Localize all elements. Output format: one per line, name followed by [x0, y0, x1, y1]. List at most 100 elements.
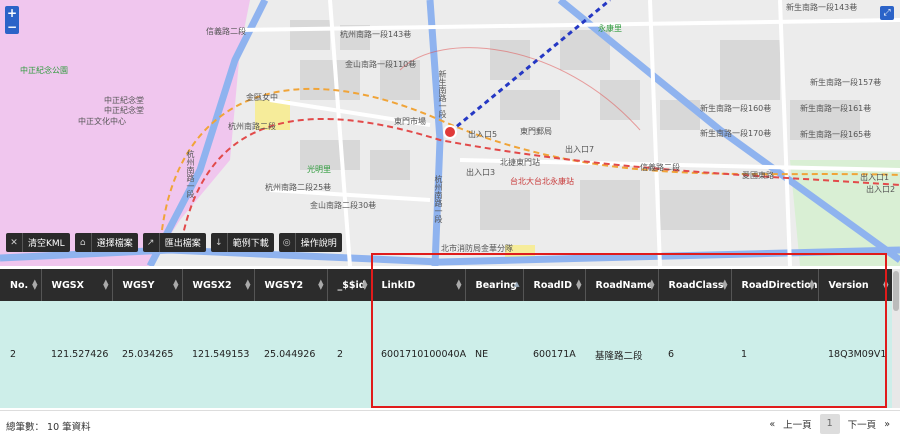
data-grid: No. ▲ ▼ WGSX ▲ ▼ WGSY ▲ ▼ WGSX2 ▲ ▼ WGSY2 ▲ ▼ _$$i…	[0, 269, 900, 408]
table-header-row: No. ▲ ▼ WGSX ▲ ▼ WGSY ▲ ▼ WGSX2 ▲ ▼ WGSY2 ▲ ▼ _$$i…	[0, 269, 893, 301]
zoom-control: + −	[5, 6, 19, 34]
column-header-no[interactable]: No. ▲ ▼	[0, 269, 42, 301]
cell-bearing: NE	[465, 301, 523, 408]
map-label: 杭州南路一段	[434, 175, 443, 223]
cell-wgsx: 121.527426	[41, 301, 112, 408]
map-label: 中正紀念公園	[20, 66, 68, 75]
column-header-id[interactable]: _$$id ▲ ▼	[327, 269, 372, 301]
column-header-wgsy2[interactable]: WGSY2 ▲ ▼	[254, 269, 328, 301]
sort-icon: ▲ ▼	[809, 278, 815, 291]
map-label: 新生南路一段160巷	[700, 104, 772, 113]
pagination: « 上一頁 1 下一頁 »	[769, 414, 890, 434]
scrollbar-thumb[interactable]	[893, 271, 899, 311]
sort-asc-icon: ▲	[514, 280, 520, 288]
sort-icon: ▲ ▼	[722, 278, 728, 291]
column-header-wgsx2[interactable]: WGSX2 ▲ ▼	[182, 269, 255, 301]
help-icon: ◎	[279, 233, 296, 252]
cell-roadname: 基隆路二段	[585, 301, 658, 408]
map-label: 中正紀念堂	[104, 106, 144, 115]
column-header-linkid[interactable]: LinkID ▲ ▼	[371, 269, 466, 301]
map-label: 永康里	[598, 24, 622, 33]
zoom-in-button[interactable]: +	[5, 6, 19, 20]
button-label: 清空KML	[28, 239, 65, 249]
column-header-bearing[interactable]: Bearing ▲	[465, 269, 524, 301]
map-label: 金甌女中	[246, 93, 278, 102]
column-header-version[interactable]: Version ▲ ▼	[818, 269, 893, 301]
table-row[interactable]: 2 121.527426 25.034265 121.549153 25.044…	[0, 301, 892, 408]
map-view[interactable]: 中正紀念公園 中正紀念堂 中正紀念堂 中正文化中心 杭州南路一段143巷 金山南…	[0, 0, 900, 266]
export-file-button[interactable]: ↗ 匯出檔案	[142, 233, 206, 252]
sort-icon: ▲ ▼	[362, 278, 368, 291]
sort-icon: ▲ ▼	[456, 278, 462, 291]
column-header-roadname[interactable]: RoadName ▲ ▼	[585, 269, 659, 301]
instructions-button[interactable]: ◎ 操作說明	[278, 233, 342, 252]
cell-linkid: 6001710100040A	[371, 301, 466, 408]
map-label: 信義路二段	[640, 163, 680, 172]
column-header-wgsy[interactable]: WGSY ▲ ▼	[112, 269, 183, 301]
map-label: 杭州南路二段	[228, 122, 276, 131]
cell-no: 2	[0, 301, 41, 408]
map-label: 信義路二段	[206, 27, 246, 36]
map-label: 金山南路一段110巷	[345, 60, 417, 69]
map-label: 新生南路一段	[438, 70, 447, 118]
current-page[interactable]: 1	[819, 414, 840, 434]
button-label: 操作說明	[300, 239, 337, 249]
prev-page-button[interactable]: 上一頁	[783, 417, 812, 431]
map-label: 中正紀念堂	[104, 96, 144, 105]
sort-icon: ▲ ▼	[318, 278, 324, 291]
sort-icon: ▲ ▼	[883, 278, 889, 291]
map-label: 北市消防局金華分隊	[441, 244, 513, 253]
cell-version: 18Q3M09V1	[818, 301, 892, 408]
map-label: 新生南路一段143巷	[786, 3, 858, 12]
map-label: 出入口3	[466, 168, 496, 177]
cell-roaddirection: 1	[731, 301, 818, 408]
cell-roadid: 600171A	[523, 301, 585, 408]
map-label: 東門郵局	[520, 127, 552, 136]
zoom-out-button[interactable]: −	[5, 20, 19, 34]
map-label: 出入口7	[565, 145, 595, 154]
sort-icon: ▲ ▼	[32, 278, 38, 291]
expand-icon: ⤢	[883, 8, 891, 18]
last-page-button[interactable]: »	[884, 419, 890, 430]
table-footer: 總筆數： 10 筆資料 « 上一頁 1 下一頁 »	[0, 410, 900, 439]
cell-roadclass: 6	[658, 301, 731, 408]
map-label: 出入口2	[866, 185, 896, 194]
map-label: 杭州南路一段	[186, 150, 195, 198]
sort-icon: ▲ ▼	[173, 278, 179, 291]
map-label: 台北大台北永康站	[510, 177, 574, 186]
total-count: 總筆數： 10 筆資料	[6, 422, 91, 433]
button-label: 範例下載	[232, 239, 269, 249]
column-header-roadid[interactable]: RoadID ▲ ▼	[523, 269, 586, 301]
sort-icon: ▲ ▼	[649, 278, 655, 291]
fullscreen-button[interactable]: ⤢	[880, 6, 894, 20]
clear-kml-button[interactable]: ✕ 清空KML	[6, 233, 70, 252]
sort-icon: ▲ ▼	[245, 278, 251, 291]
map-label: 杭州南路二段25巷	[265, 183, 332, 192]
column-header-roadclass[interactable]: RoadClass ▲ ▼	[658, 269, 732, 301]
map-label: 光明里	[307, 165, 331, 174]
cell-wgsx2: 121.549153	[182, 301, 254, 408]
folder-icon: ⌂	[75, 233, 92, 252]
map-label: 北捷東門站	[500, 158, 540, 167]
map-label: 中正文化中心	[78, 117, 126, 126]
sort-icon: ▲ ▼	[103, 278, 109, 291]
cell-wgsy: 25.034265	[112, 301, 182, 408]
export-icon: ↗	[143, 233, 160, 252]
column-header-wgsx[interactable]: WGSX ▲ ▼	[41, 269, 113, 301]
sample-download-button[interactable]: ↓ 範例下載	[210, 233, 274, 252]
vertical-scrollbar[interactable]	[892, 269, 900, 408]
first-page-button[interactable]: «	[769, 419, 775, 430]
map-label: 新生南路一段161巷	[800, 104, 872, 113]
map-label: 杭州南路一段143巷	[340, 30, 412, 39]
map-label: 新生南路一段157巷	[810, 78, 882, 87]
column-header-roaddirection[interactable]: RoadDirection ▲ ▼	[731, 269, 819, 301]
cell-wgsy2: 25.044926	[254, 301, 327, 408]
map-label: 金山南路二段30巷	[310, 201, 377, 210]
toolbar: ✕ 清空KML ⌂ 選擇檔案 ↗ 匯出檔案 ↓ 範例下載 ◎ 操作說明	[6, 233, 342, 252]
map-label: 東門市場	[394, 117, 426, 126]
next-page-button[interactable]: 下一頁	[848, 417, 877, 431]
button-label: 匯出檔案	[164, 239, 201, 249]
choose-file-button[interactable]: ⌂ 選擇檔案	[74, 233, 138, 252]
close-icon: ✕	[6, 233, 23, 252]
button-label: 選擇檔案	[96, 239, 133, 249]
